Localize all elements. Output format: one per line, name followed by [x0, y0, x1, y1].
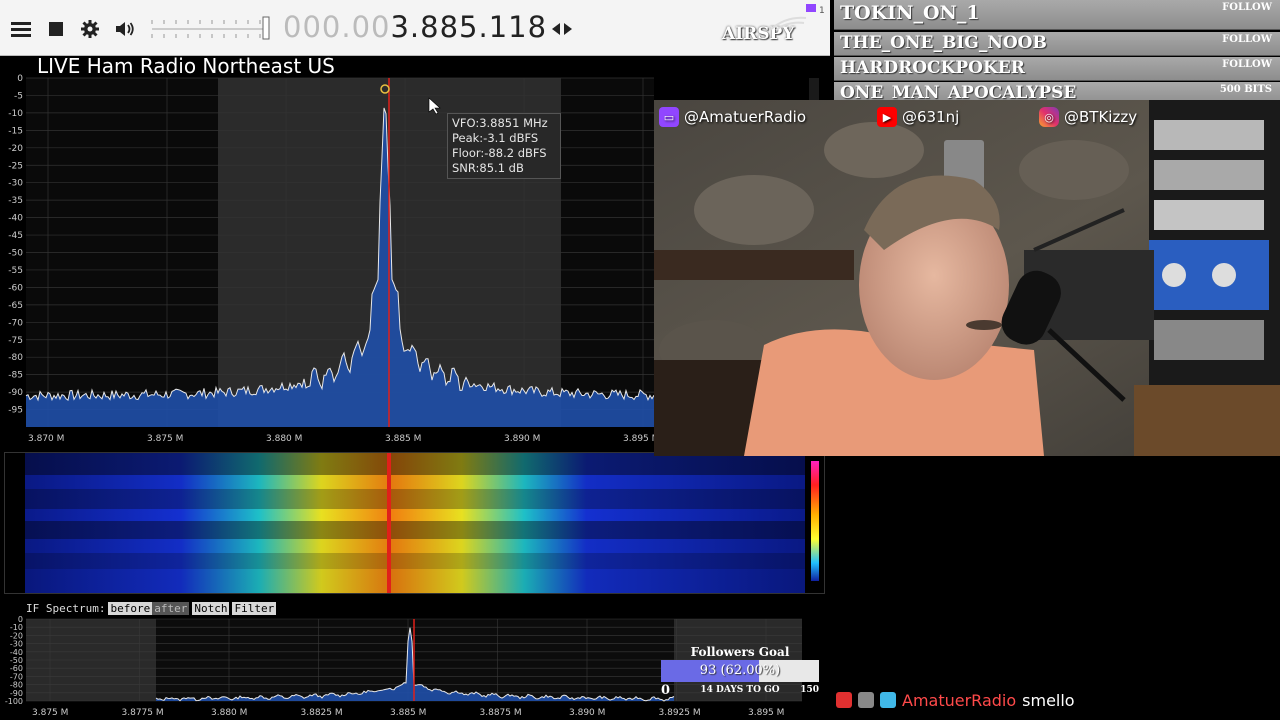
moderator-badge-icon [858, 692, 874, 708]
svg-text:1: 1 [819, 6, 825, 16]
spectrum-y-tick: -80 [8, 353, 23, 363]
spectrum-x-tick: 3.875 M [147, 434, 183, 444]
chat-username: AmatuerRadio [902, 690, 1017, 710]
chat-bubble-icon: 1 [805, 2, 825, 16]
follower-tag: 500 BITS [1219, 84, 1272, 95]
hamburger-icon[interactable] [8, 16, 34, 42]
spectrum-y-tick: 0 [17, 74, 23, 84]
chat-message: AmatuerRadio smello [836, 688, 1075, 712]
spectrum-x-tick: 3.890 M [504, 434, 540, 444]
spectrum-x-tick: 3.870 M [28, 434, 64, 444]
prime-badge-icon [880, 692, 896, 708]
follower-row: THE_ONE_BIG_NOOB FOLLOW [834, 32, 1280, 56]
wifi-waves-icon [766, 10, 810, 32]
frequency-leading-digits: 000.00 [283, 10, 391, 44]
vfo-tooltip: VFO:3.8851 MHz Peak:-3.1 dBFS Floor:-88.… [447, 113, 561, 179]
if-y-tick: -100 [5, 697, 23, 706]
goal-target: 150 [800, 685, 819, 695]
tooltip-snr: SNR:85.1 dB [452, 161, 524, 175]
tooltip-floor: Floor:-88.2 dBFS [452, 146, 547, 160]
recent-followers-panel: TOKIN_ON_1 FOLLOW THE_ONE_BIG_NOOB FOLLO… [834, 0, 1280, 106]
if-x-tick: 3.890 M [569, 708, 605, 718]
waterfall-color-scale [811, 461, 819, 581]
gear-icon[interactable] [77, 16, 103, 42]
goal-title: Followers Goal [690, 645, 790, 659]
speaker-icon[interactable] [112, 16, 138, 42]
spectrum-y-tick: -85 [8, 371, 23, 381]
goal-progress-bar: 93 (62.00%) [661, 660, 819, 682]
spectrum-y-tick: -90 [8, 388, 23, 398]
if-x-tick: 3.880 M [211, 708, 247, 718]
spectrum-y-tick: -40 [8, 214, 23, 224]
spectrum-y-tick: -60 [8, 283, 23, 293]
broadcaster-badge-icon [836, 692, 852, 708]
spectrum-y-tick: -15 [8, 126, 23, 136]
spectrum-y-tick: -10 [8, 109, 23, 119]
if-x-tick: 3.885 M [390, 708, 426, 718]
if-x-tick: 3.8925 M [659, 708, 701, 718]
followers-goal-widget: Followers Goal 93 (62.00%) 0 14 DAYS TO … [661, 645, 819, 700]
follower-tag: FOLLOW [1222, 59, 1272, 70]
tooltip-peak: Peak:-3.1 dBFS [452, 131, 539, 145]
twitch-handle-text: @AmatuerRadio [684, 108, 806, 126]
spectrum-y-tick: -75 [8, 336, 23, 346]
spectrum-y-tick: -50 [8, 249, 23, 259]
follower-name: THE_ONE_BIG_NOOB [840, 33, 1047, 53]
if-x-tick: 3.895 M [748, 708, 784, 718]
if-x-tick: 3.875 M [32, 708, 68, 718]
youtube-icon: ▶ [877, 107, 897, 127]
follower-row: TOKIN_ON_1 FOLLOW [834, 0, 1280, 30]
follower-name: HARDROCKPOKER [840, 58, 1025, 78]
if-after-button[interactable]: after [152, 602, 190, 615]
spectrum-y-tick: -20 [8, 144, 23, 154]
twitch-handle: ▭ @AmatuerRadio [659, 106, 806, 128]
youtube-handle: ▶ @631nj [877, 106, 959, 128]
spectrum-y-tick: -25 [8, 161, 23, 171]
left-right-arrows-icon[interactable] [549, 16, 575, 42]
spectrum-x-tick: 3.885 M [385, 434, 421, 444]
webcam-image [654, 100, 1280, 456]
if-x-tick: 3.8875 M [480, 708, 522, 718]
if-x-tick: 3.8825 M [301, 708, 343, 718]
follower-name: TOKIN_ON_1 [840, 2, 980, 24]
goal-days-left: 14 DAYS TO GO [700, 685, 780, 695]
if-spectrum-label: IF Spectrum: [26, 602, 106, 615]
sdr-toolbar: 000.003.885.118 AIRSPY 1 [0, 0, 830, 56]
volume-slider[interactable] [150, 14, 272, 42]
spectrum-y-tick: -5 [14, 91, 23, 101]
follower-tag: FOLLOW [1222, 2, 1272, 13]
frequency-digits: 3.885.118 [390, 10, 548, 44]
chat-text: smello [1022, 690, 1075, 710]
webcam-feed: ▭ @AmatuerRadio ▶ @631nj ◎ @BTKizzy [654, 100, 1280, 456]
filter-button[interactable]: Filter [232, 602, 277, 615]
spectrum-y-tick: -70 [8, 318, 23, 328]
frequency-display[interactable]: 000.003.885.118 [283, 10, 547, 44]
stop-icon[interactable] [43, 16, 69, 42]
waterfall-display[interactable] [4, 452, 825, 594]
twitch-icon: ▭ [659, 107, 679, 127]
youtube-handle-text: @631nj [902, 108, 960, 126]
spectrum-y-tick: -45 [8, 231, 23, 241]
instagram-handle-text: @BTKizzy [1064, 108, 1138, 126]
spectrum-y-tick: -30 [8, 179, 23, 189]
spectrum-y-tick: -55 [8, 266, 23, 276]
if-before-button[interactable]: before [108, 602, 153, 615]
spectrum-y-tick: -65 [8, 301, 23, 311]
instagram-handle: ◎ @BTKizzy [1039, 106, 1137, 128]
goal-progress-text: 93 (62.00%) [699, 663, 781, 678]
spectrum-x-tick: 3.880 M [266, 434, 302, 444]
spectrum-title: LIVE Ham Radio Northeast US [37, 54, 335, 78]
follower-tag: FOLLOW [1222, 34, 1272, 45]
notch-button[interactable]: Notch [192, 602, 230, 615]
spectrum-y-tick: -95 [8, 406, 23, 416]
if-x-tick: 3.8775 M [122, 708, 164, 718]
if-controls: IF Spectrum: before after Notch Filter [26, 602, 277, 615]
spectrum-y-tick: -35 [8, 196, 23, 206]
follower-row: HARDROCKPOKER FOLLOW [834, 57, 1280, 81]
tooltip-vfo: VFO:3.8851 MHz [452, 116, 548, 130]
instagram-icon: ◎ [1039, 107, 1059, 127]
